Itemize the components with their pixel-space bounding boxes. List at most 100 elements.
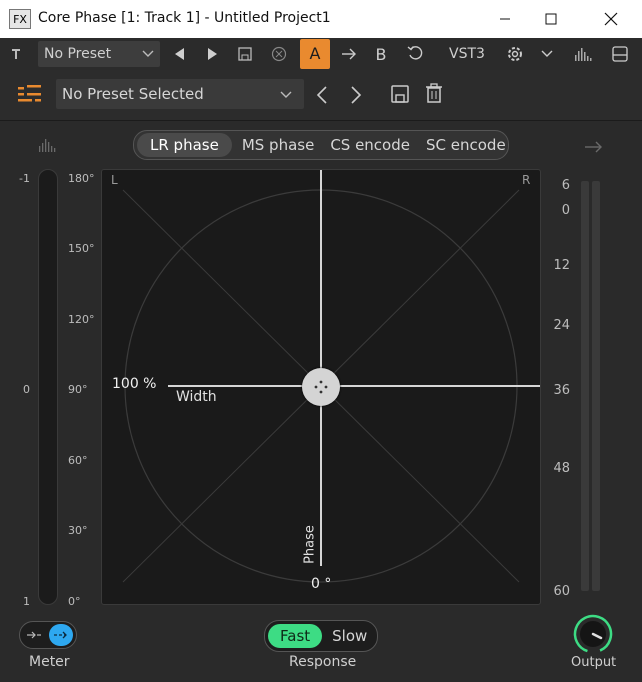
plugin-delete-button[interactable] [425, 83, 443, 107]
correlation-tick-mid: 0 [23, 383, 30, 396]
save-icon [391, 85, 409, 103]
menu-lines-icon [18, 85, 41, 102]
mode-selector: LR phase MS phase CS encode SC encode [133, 130, 509, 160]
arrow-out-icon [54, 631, 67, 639]
window-titlebar: FX Core Phase [1: Track 1] - Untitled Pr… [0, 0, 642, 38]
plugin-save-button[interactable] [391, 85, 409, 107]
minimize-icon [500, 18, 510, 20]
save-icon [238, 47, 252, 61]
mode-ms-phase[interactable]: MS phase [234, 133, 323, 157]
phase-label: Phase [302, 525, 318, 564]
plugin-next-preset-button[interactable] [350, 86, 362, 108]
bars-icon [575, 48, 592, 61]
copy-a-to-b-button[interactable] [338, 38, 360, 70]
chevron-down-icon [142, 50, 154, 57]
correlation-tick-top: -1 [19, 172, 30, 185]
panel-icon [612, 46, 628, 62]
output-tick-24: 24 [553, 318, 570, 333]
output-tick-6: 6 [561, 178, 570, 193]
maximize-button[interactable] [528, 0, 574, 38]
triangle-right-icon [208, 48, 217, 60]
scope-corner-right: R [522, 173, 531, 187]
maximize-icon [545, 13, 557, 25]
previous-preset-button[interactable] [170, 38, 190, 70]
angle-tick-90: 90° [68, 383, 88, 396]
gear-icon [508, 47, 522, 61]
output-label: Output [571, 655, 617, 670]
plugin-format-label: VST3 [449, 46, 485, 62]
next-preset-button[interactable] [202, 38, 222, 70]
undo-icon [407, 46, 423, 60]
output-tick-48: 48 [553, 461, 570, 476]
plugin-header: No Preset Selected [0, 70, 642, 121]
mode-lr-phase[interactable]: LR phase [137, 133, 232, 157]
width-phase-handle[interactable] [302, 368, 340, 406]
width-label: Width [176, 389, 217, 405]
angle-tick-150: 150° [68, 242, 95, 255]
host-preset-value: No Preset [44, 46, 112, 62]
plugin-preset-value: No Preset Selected [62, 85, 204, 103]
response-fast[interactable]: Fast [268, 624, 323, 648]
panel-toggle-button[interactable] [606, 38, 634, 70]
window-title: Core Phase [1: Track 1] - Untitled Proje… [38, 10, 331, 26]
close-circle-icon [271, 46, 287, 62]
chevron-right-icon [351, 86, 362, 104]
ab-b-button[interactable]: B [370, 38, 392, 70]
meter-mode-toggle[interactable] [19, 621, 77, 649]
output-meter-left [581, 181, 589, 591]
output-arrow-icon [584, 138, 604, 157]
width-value: 100 % [112, 376, 157, 392]
phase-value: 0 ° [311, 576, 332, 592]
angle-tick-180: 180° [68, 172, 95, 185]
angle-tick-0: 0° [68, 595, 81, 608]
phase-scope: L R 100 % Width Phase 0 ° [101, 169, 541, 605]
minimize-button[interactable] [482, 0, 528, 38]
close-button[interactable] [588, 0, 634, 38]
host-save-button[interactable] [234, 38, 256, 70]
close-icon [604, 12, 618, 26]
host-delete-button[interactable] [268, 38, 290, 70]
settings-dropdown-button[interactable] [534, 38, 560, 70]
arrow-right-icon [342, 48, 356, 60]
pin-icon[interactable] [6, 38, 26, 70]
plugin-prev-preset-button[interactable] [316, 86, 328, 108]
knob-icon [573, 614, 613, 654]
angle-tick-60: 60° [68, 454, 88, 467]
mode-cs-encode[interactable]: CS encode [322, 133, 418, 157]
host-preset-select[interactable]: No Preset [38, 41, 160, 67]
output-tick-36: 36 [553, 383, 570, 398]
correlation-tick-bottom: 1 [23, 595, 30, 608]
angle-tick-30: 30° [68, 524, 88, 537]
mode-sc-encode[interactable]: SC encode [418, 133, 514, 157]
response-selector: Fast Slow [264, 620, 378, 652]
triangle-left-icon [175, 48, 184, 60]
settings-button[interactable] [500, 38, 530, 70]
output-tick-60: 60 [553, 584, 570, 599]
response-slow[interactable]: Slow [326, 624, 373, 648]
chevron-left-icon [316, 86, 327, 104]
analyzer-button[interactable] [570, 38, 596, 70]
arrow-in-icon [27, 631, 41, 639]
output-tick-12: 12 [553, 258, 570, 273]
fx-badge: FX [9, 9, 31, 29]
angle-tick-120: 120° [68, 313, 95, 326]
drag-dots-icon [314, 380, 328, 394]
meter-mode-active [49, 624, 73, 646]
output-tick-0: 0 [561, 203, 570, 218]
plugin-preset-select[interactable]: No Preset Selected [56, 79, 304, 109]
undo-button[interactable] [404, 38, 426, 70]
meter-label: Meter [29, 654, 70, 670]
output-meter-right [592, 181, 600, 591]
chevron-down-icon [541, 50, 553, 57]
output-knob[interactable] [573, 614, 613, 658]
host-toolbar: No Preset A B VST3 [0, 38, 642, 70]
phase-label-box: Phase [302, 525, 318, 569]
left-meter-bars-icon [38, 137, 58, 156]
chevron-down-icon [280, 91, 292, 98]
response-label: Response [289, 654, 357, 670]
plugin-menu-button[interactable] [18, 84, 42, 108]
correlation-meter [38, 169, 58, 605]
scope-corner-left: L [111, 173, 118, 187]
trash-icon [426, 83, 442, 103]
ab-a-button[interactable]: A [300, 39, 330, 69]
